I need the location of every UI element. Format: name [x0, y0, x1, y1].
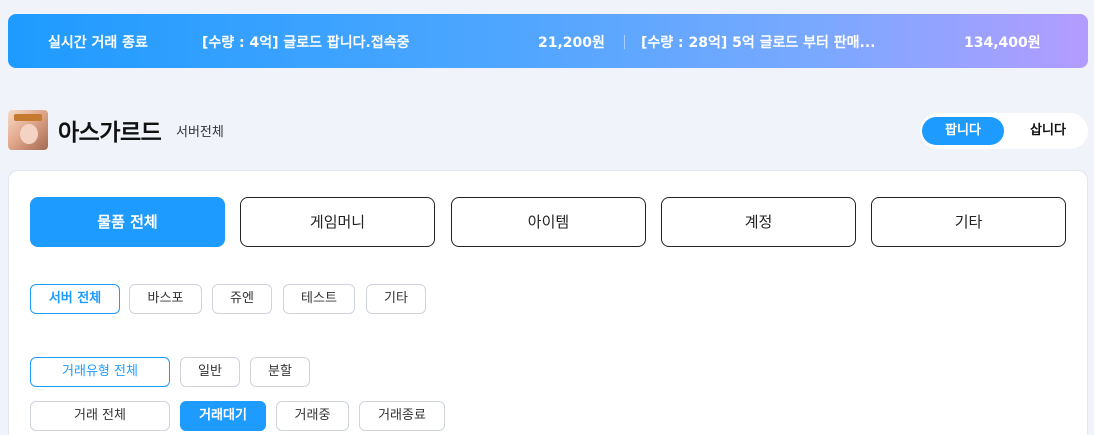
trade-type-chip[interactable]: 일반 — [180, 357, 240, 387]
ticker-item-price: 134,400원 — [964, 35, 1041, 51]
category-etc-button[interactable]: 기타 — [871, 197, 1066, 247]
character-art — [20, 124, 38, 144]
ticker-label: 실시간 거래 종료 — [48, 35, 148, 51]
filter-panel: 물품 전체 게임머니 아이템 계정 기타 서버 전체 바스포 쥬엔 테스트 기타… — [8, 170, 1088, 435]
category-game-money-button[interactable]: 게임머니 — [240, 197, 435, 247]
server-chip[interactable]: 테스트 — [283, 284, 355, 314]
trade-status-chip[interactable]: 거래종료 — [359, 401, 445, 431]
ticker-item-price: 21,200원 — [538, 35, 605, 51]
server-scope-label: 서버전체 — [176, 125, 224, 140]
realtime-ticker: 실시간 거래 종료 [수량 : 4억] 글로드 팝니다.접속중 21,200원 … — [8, 14, 1088, 68]
server-chip[interactable]: 바스포 — [129, 284, 202, 314]
game-logo — [14, 114, 42, 121]
category-account-button[interactable]: 계정 — [661, 197, 856, 247]
ticker-item-title[interactable]: [수량 : 28억] 5억 글로드 부터 판매... — [641, 32, 876, 52]
server-chip[interactable]: 쥬엔 — [212, 284, 272, 314]
server-all-chip[interactable]: 서버 전체 — [30, 284, 120, 314]
trade-type-all-chip[interactable]: 거래유형 전체 — [30, 357, 170, 387]
trade-type-chip[interactable]: 분할 — [250, 357, 310, 387]
ticker-item-title[interactable]: [수량 : 4억] 글로드 팝니다.접속중 — [202, 32, 410, 52]
trade-status-chip[interactable]: 거래대기 — [180, 401, 266, 431]
game-thumbnail — [8, 110, 48, 150]
sell-buy-toggle: 팝니다 삽니다 — [920, 113, 1088, 149]
trade-status-all-chip[interactable]: 거래 전체 — [30, 401, 170, 431]
sell-tab[interactable]: 팝니다 — [922, 117, 1004, 145]
buy-tab[interactable]: 삽니다 — [1010, 117, 1086, 145]
ticker-divider — [624, 35, 625, 49]
category-all-button[interactable]: 물품 전체 — [30, 197, 225, 247]
trade-status-chip[interactable]: 거래중 — [276, 401, 349, 431]
game-title: 아스가르드 — [58, 120, 162, 146]
server-chip[interactable]: 기타 — [366, 284, 426, 314]
category-item-button[interactable]: 아이템 — [451, 197, 646, 247]
